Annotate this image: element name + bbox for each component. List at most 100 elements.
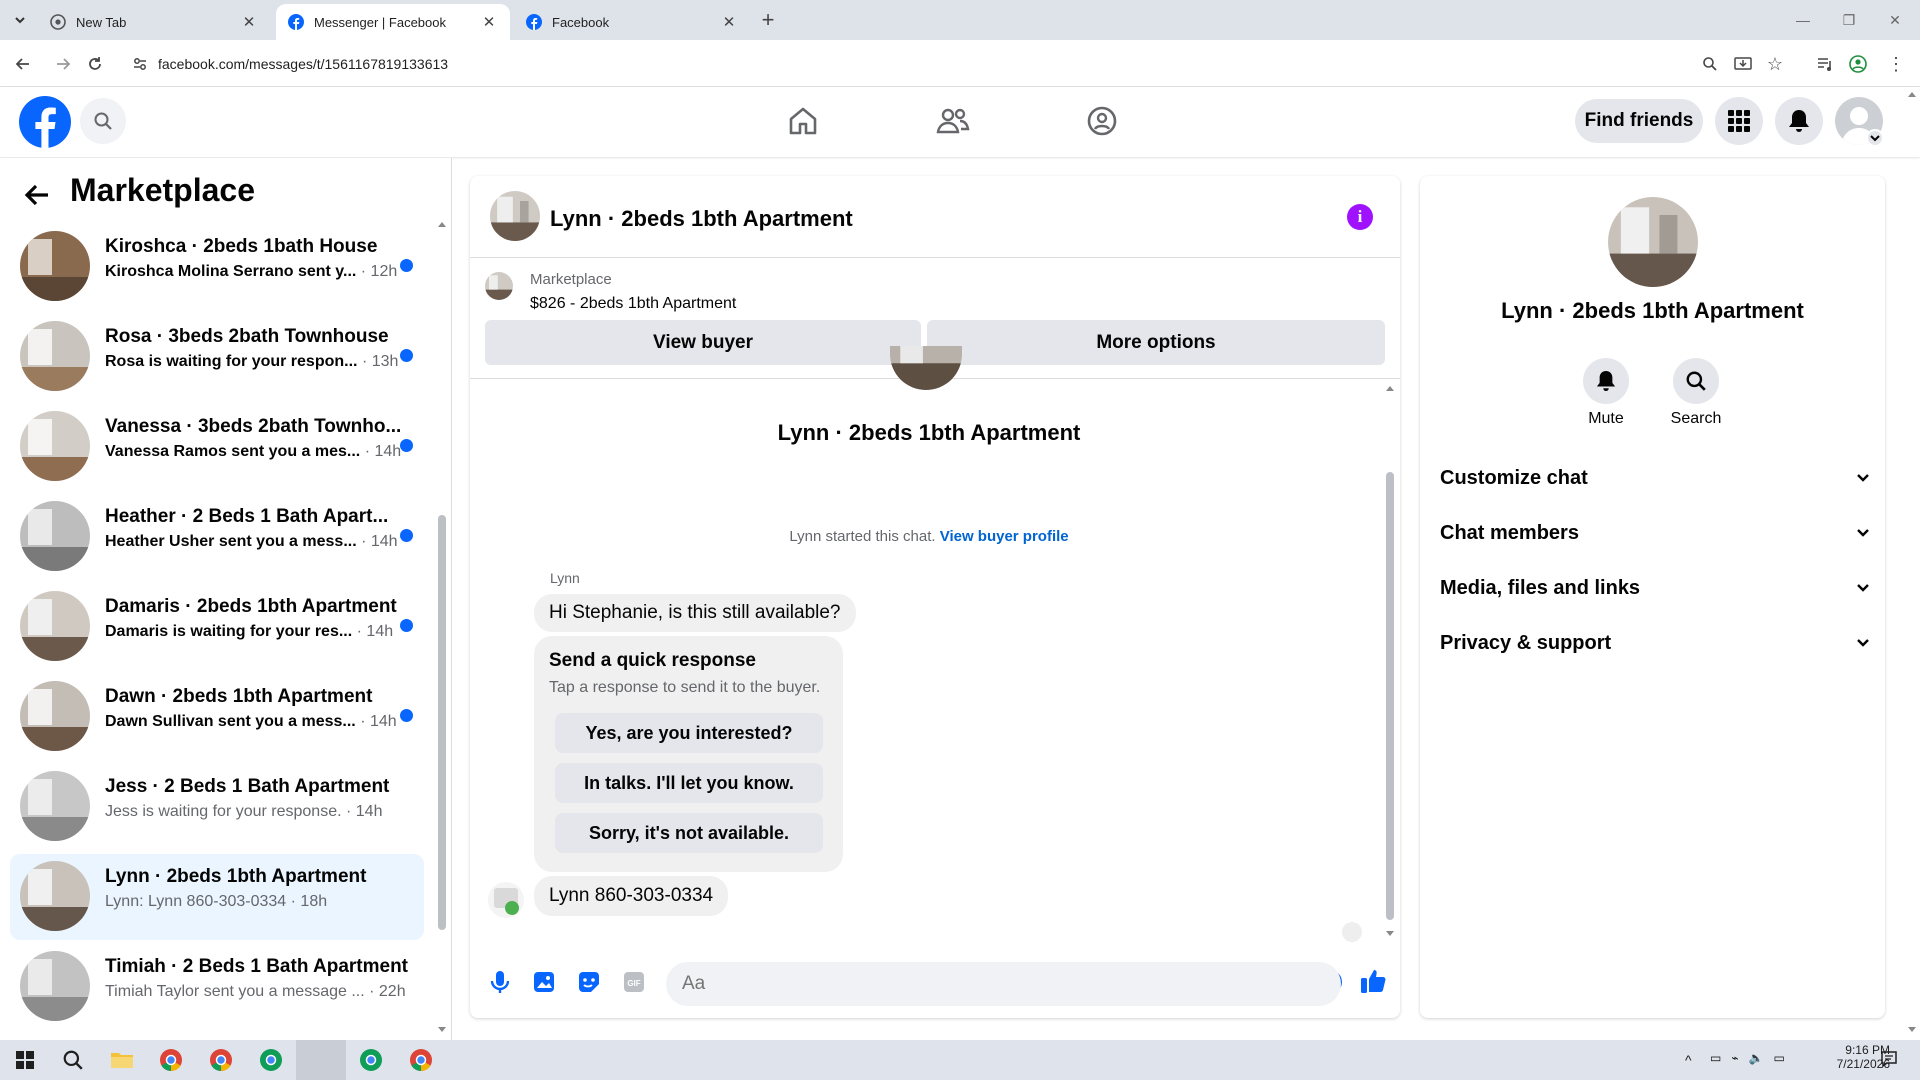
taskbar-search-button[interactable] [48,1040,98,1080]
nav-friends[interactable] [898,95,1008,147]
tab-title: Messenger | Facebook [314,14,446,30]
message-composer[interactable] [666,962,1341,1006]
restore-window-button[interactable]: ❐ [1826,0,1872,40]
chrome-taskbar-icon[interactable] [396,1040,446,1080]
meet-icon[interactable]: ▭ [1710,1051,1721,1069]
chrome-taskbar-icon[interactable] [196,1040,246,1080]
listing-title[interactable]: $826 - 2beds 1bth Apartment [530,295,736,313]
install-app-icon[interactable] [1728,49,1758,79]
menu-button[interactable] [1715,97,1763,145]
notifications-button[interactable] [1775,97,1823,145]
conversation-scrollbar-thumb[interactable] [438,515,446,930]
account-chevron-icon[interactable] [1866,129,1884,147]
start-button[interactable] [0,1040,50,1080]
show-hidden-icons-chevron[interactable]: ^ [1685,1052,1692,1068]
taskbar-clock[interactable]: 9:16 PM 7/21/2026 [1810,1043,1890,1071]
zoom-icon[interactable] [1695,49,1725,79]
message-input[interactable] [682,970,1272,998]
chat-avatar[interactable] [490,191,540,241]
nav-groups[interactable] [1047,95,1157,147]
conversation-item[interactable]: Vanessa · 3beds 2bath Townho... Vanessa R… [10,404,424,490]
page-scroll-down-arrow[interactable] [1907,1026,1917,1036]
conversation-item[interactable]: Kiroshca · 2beds 1bath House Kiroshca Mol… [10,224,424,310]
listing-thumbnail[interactable] [485,272,513,300]
search-in-conversation-button[interactable] [1673,358,1719,404]
marketplace-inbox: Marketplace Kiroshca · 2beds 1bath House… [0,158,452,1040]
reload-button[interactable] [80,49,110,79]
back-arrow-button[interactable] [22,180,54,212]
notification-center-button[interactable] [1880,1050,1902,1070]
media-files-links-section[interactable]: Media, files and links [1440,568,1870,608]
browser-tab-messenger[interactable]: Messenger | Facebook ✕ [276,4,510,40]
unread-indicator [400,439,413,452]
chat-scroll-up-arrow[interactable] [1385,384,1395,394]
message-bubble[interactable]: Hi Stephanie, is this still available? [534,594,856,632]
conversation-item[interactable]: Dawn · 2beds 1bth Apartment Dawn Sullivan… [10,674,424,760]
page-scroll-up-arrow[interactable] [1907,90,1917,100]
mute-button[interactable] [1583,358,1629,404]
nav-home[interactable] [748,95,858,147]
chat-members-section[interactable]: Chat members [1440,513,1870,553]
chat-scroll-down-arrow[interactable] [1385,930,1395,940]
chat-title[interactable]: Lynn · 2beds 1bth Apartment [550,206,853,232]
forward-button[interactable] [48,49,78,79]
quick-reply-button[interactable]: In talks. I'll let you know. [555,763,823,803]
quick-reply-button[interactable]: Yes, are you interested? [555,713,823,753]
view-buyer-profile-link[interactable]: View buyer profile [940,528,1069,545]
chat-info-button[interactable]: i [1347,204,1373,230]
chrome-taskbar-icon[interactable] [346,1040,396,1080]
profile-icon[interactable] [1843,49,1873,79]
chrome-taskbar-icon[interactable] [246,1040,296,1080]
conversation-item[interactable]: Lynn · 2beds 1bth Apartment Lynn: Lynn 86… [10,854,424,940]
chrome-taskbar-icon[interactable] [146,1040,196,1080]
close-tab-icon[interactable]: ✕ [480,13,498,31]
media-queue-icon[interactable] [1810,49,1840,79]
browser-menu-icon[interactable]: ⋮ [1881,49,1911,79]
back-button[interactable] [8,49,38,79]
chat-notification-icon [1881,1051,1897,1068]
message-bubble[interactable]: Lynn 860-303-0334 [534,876,729,916]
facebook-logo[interactable] [19,96,71,148]
conversation-preview: Lynn: Lynn 860-303-0334 · 18h [105,893,327,911]
conversation-name: Damaris · 2beds 1bth Apartment [105,596,397,617]
privacy-support-section[interactable]: Privacy & support [1440,623,1870,663]
file-explorer-taskbar-icon[interactable] [97,1040,147,1080]
address-bar[interactable]: facebook.com/messages/t/1561167819133613 [122,46,1772,82]
active-window-taskbar-icon[interactable] [296,1040,346,1080]
site-info-icon[interactable] [132,56,148,72]
close-tab-icon[interactable]: ✕ [720,13,738,31]
conversation-item[interactable]: Rosa · 3beds 2bath Townhouse Rosa is wait… [10,314,424,400]
sticker-icon [579,972,599,992]
browser-tab-new-tab[interactable]: New Tab ✕ [38,4,270,40]
conversation-item[interactable]: Jess · 2 Beds 1 Bath Apartment Jess is wa… [10,764,424,850]
voice-clip-button[interactable] [486,968,514,996]
conversation-item[interactable]: Timiah · 2 Beds 1 Bath Apartment Timiah T… [10,944,424,1030]
display-icon[interactable]: ▭ [1774,1051,1785,1069]
tab-search-dropdown-button[interactable] [8,8,32,32]
browser-tab-facebook[interactable]: Facebook ✕ [514,4,750,40]
sticker-button[interactable] [575,968,603,996]
find-friends-button[interactable]: Find friends [1575,99,1703,143]
new-tab-button[interactable]: + [756,7,780,32]
conversation-item[interactable]: Heather · 2 Beds 1 Bath Apart... Heather … [10,494,424,580]
minimize-window-button[interactable]: — [1780,0,1826,40]
more-options-button[interactable]: More options [927,320,1385,365]
volume-icon[interactable]: 🔈 [1749,1051,1764,1069]
conversation-item[interactable]: Damaris · 2beds 1bth Apartment Damaris is… [10,584,424,670]
search-facebook-button[interactable] [80,98,126,144]
scroll-up-arrow[interactable] [437,220,447,230]
view-buyer-button[interactable]: View buyer [485,320,921,365]
close-window-button[interactable]: ✕ [1872,0,1918,40]
gif-button[interactable]: GIF [620,968,648,996]
send-like-button[interactable] [1358,966,1390,998]
attach-photo-button[interactable] [530,968,558,996]
close-tab-icon[interactable]: ✕ [240,13,258,31]
chat-scrollbar-thumb[interactable] [1386,472,1394,920]
bookmark-star-icon[interactable]: ☆ [1760,49,1790,79]
network-off-icon[interactable]: ⌁ [1731,1051,1738,1069]
details-avatar[interactable] [1608,197,1698,287]
scroll-down-arrow[interactable] [437,1026,447,1036]
quick-reply-button[interactable]: Sorry, it's not available. [555,813,823,853]
customize-chat-section[interactable]: Customize chat [1440,458,1870,498]
sender-avatar[interactable] [488,882,524,918]
